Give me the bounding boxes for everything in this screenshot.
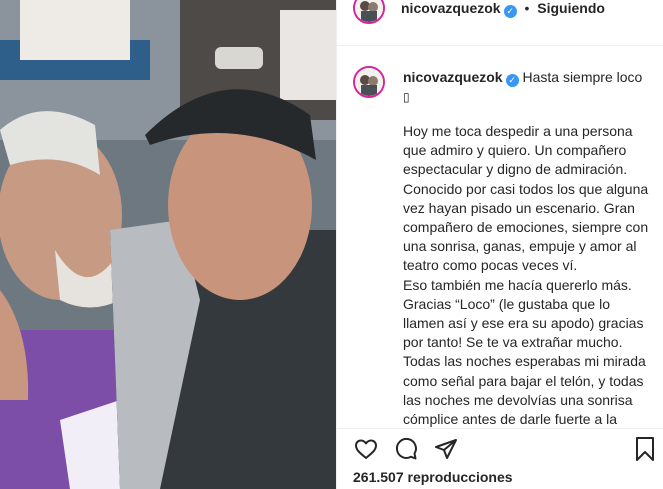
caption-emoji: ▯ [403,90,410,105]
video-frame [0,0,336,489]
paper-plane-icon[interactable] [433,437,459,466]
header-user-row: nicovazquezok ✓ • Siguiendo [401,0,605,18]
post-panel: nicovazquezok ✓ • Siguiendo nicovazquezok… [336,0,663,489]
comment-icon[interactable] [393,437,419,466]
follow-status-button[interactable]: Siguiendo [537,0,605,16]
action-bar: 261.507 reproducciones [337,428,663,489]
caption-first-line: Hasta siempre loco [522,69,643,85]
caption-body: Hoy me toca despedir a una persona que a… [403,123,649,427]
author-avatar[interactable] [353,0,385,24]
header-username[interactable]: nicovazquezok [401,0,501,16]
caption-username[interactable]: nicovazquezok [403,69,503,85]
heart-icon[interactable] [353,437,379,466]
view-count[interactable]: 261.507 reproducciones [353,469,513,485]
caption-head: nicovazquezok ✓ Hasta siempre loco ▯ [403,68,653,107]
post-video[interactable] [0,0,336,489]
avatar-image [355,68,383,96]
avatar-image [355,0,383,22]
caption-avatar[interactable] [353,66,385,98]
verified-badge-icon: ✓ [505,74,519,87]
bookmark-icon[interactable] [633,436,657,467]
post-header: nicovazquezok ✓ • Siguiendo [337,0,663,46]
verified-badge-icon: ✓ [503,5,517,18]
header-separator: • [524,0,530,16]
